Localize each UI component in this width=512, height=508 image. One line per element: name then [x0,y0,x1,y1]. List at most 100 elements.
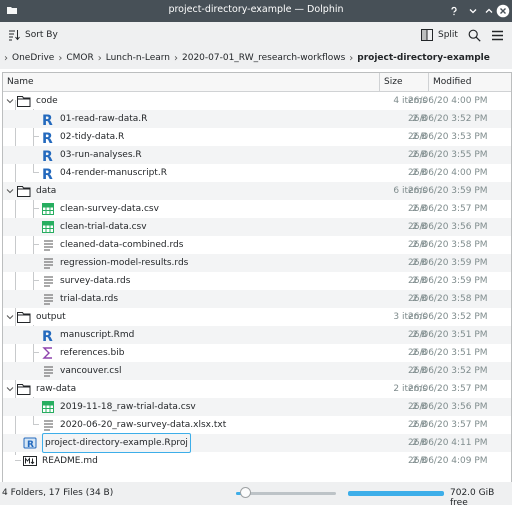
file-row[interactable]: clean-survey-data.csv 2 B 26/06/20 3:57 … [3,200,511,218]
column-header-name[interactable]: Name [3,73,380,91]
disk-usage-bar[interactable] [348,491,444,496]
file-modified: 26/06/20 3:59 PM [408,186,488,196]
breadcrumb-item-cmor[interactable]: › CMOR [58,53,93,64]
file-row[interactable]: trial-data.rds 2 B 26/06/20 3:58 PM [3,290,511,308]
chevron-down-icon[interactable] [5,96,15,106]
file-name: clean-survey-data.csv [60,204,159,214]
file-name: 2020-06-20_raw-survey-data.xlsx.txt [60,420,227,430]
text-file-icon [41,292,55,306]
file-modified: 26/06/20 3:51 PM [408,330,488,340]
file-row[interactable]: 2020-06-20_raw-survey-data.xlsx.txt 2 B … [3,416,511,434]
folder-icon [17,184,31,198]
svg-text:R: R [42,167,53,180]
file-name: data [36,186,57,196]
file-row[interactable]: survey-data.rds 2 B 26/06/20 3:59 PM [3,272,511,290]
file-modified: 26/06/20 4:09 PM [408,456,488,466]
file-name: 01-read-raw-data.R [60,114,148,124]
file-name: output [36,312,66,322]
svg-text:R: R [42,113,53,126]
column-header-modified[interactable]: Modified [429,73,511,91]
zoom-slider[interactable] [236,487,336,498]
chevron-down-icon[interactable] [5,384,15,394]
split-button[interactable]: Split [421,27,458,43]
free-space-label: 702.0 GiB free [450,488,495,508]
file-modified: 26/06/20 3:53 PM [408,132,488,142]
file-row[interactable]: references.bib 2 B 26/06/20 3:51 PM [3,344,511,362]
chevron-right-icon: › [174,52,178,64]
folder-icon [17,382,31,396]
file-name: 03-run-analyses.R [60,150,142,160]
hamburger-menu-button[interactable] [491,27,504,43]
file-name: references.bib [60,348,125,358]
file-modified: 26/06/20 3:57 PM [408,384,488,394]
minimize-icon[interactable] [465,3,481,19]
folder-row-code[interactable]: code 4 items 26/06/20 4:00 PM [3,92,511,110]
svg-text:R: R [42,149,53,162]
folder-row-output[interactable]: output 3 items 26/06/20 3:52 PM [3,308,511,326]
chevron-down-icon[interactable] [5,312,15,322]
hamburger-menu-icon [492,30,503,40]
svg-text:R: R [42,131,53,144]
file-list-view[interactable]: Name Size Modified code 4 items 26/06/20… [2,72,512,484]
file-modified: 26/06/20 3:52 PM [408,366,488,376]
file-name: README.md [42,456,98,466]
file-name: 04-render-manuscript.R [60,168,167,178]
r-script-icon: R [41,112,55,126]
file-name: vancouver.csl [60,366,122,376]
chevron-down-icon[interactable] [5,186,15,196]
file-modified: 26/06/20 3:56 PM [408,222,488,232]
toolbar: Sort By Split [0,22,512,47]
r-script-icon: R [41,130,55,144]
file-row[interactable]: 2019-11-18_raw-trial-data.csv 2 B 26/06/… [3,398,511,416]
file-modified: 26/06/20 3:52 PM [408,114,488,124]
bibtex-icon [41,346,55,360]
breadcrumb-item-lunch-n-learn[interactable]: › Lunch-n-Learn [98,53,170,64]
file-row[interactable]: cleaned-data-combined.rds 2 B 26/06/20 3… [3,236,511,254]
zoom-slider-handle[interactable] [240,487,251,498]
status-bar: 4 Folders, 17 Files (34 B) 702.0 GiB fre… [0,482,512,508]
file-row[interactable]: R 01-read-raw-data.R 2 B 26/06/20 3:52 P… [3,110,511,128]
file-name: 2019-11-18_raw-trial-data.csv [60,402,196,412]
folder-row-data[interactable]: data 6 items 26/06/20 3:59 PM [3,182,511,200]
text-file-icon [41,418,55,432]
file-row[interactable]: R 02-tidy-data.R 2 B 26/06/20 3:53 PM [3,128,511,146]
sort-by-button[interactable]: Sort By [8,27,58,43]
chevron-right-icon: › [97,52,102,64]
svg-text:R: R [42,329,53,342]
sort-icon [9,30,20,41]
close-icon[interactable] [495,3,511,19]
r-script-icon: R [41,148,55,162]
file-name: project-directory-example.Rproj [42,433,191,453]
file-row[interactable]: README.md 2 B 26/06/20 4:09 PM [3,452,511,470]
folder-icon [17,94,31,108]
text-file-icon [41,238,55,252]
file-modified: 26/06/20 4:00 PM [408,168,488,178]
help-icon[interactable] [446,3,462,19]
file-row[interactable]: R project-directory-example.Rproj 2 B 26… [3,433,511,453]
spreadsheet-icon [41,202,55,216]
column-header-size[interactable]: Size [380,73,429,91]
file-row[interactable]: R manuscript.Rmd 2 B 26/06/20 3:51 PM [3,326,511,344]
file-name: trial-data.rds [60,294,119,304]
folder-row-raw-data[interactable]: raw-data 2 items 26/06/20 3:57 PM [3,380,511,398]
file-name: manuscript.Rmd [60,330,135,340]
file-row[interactable]: vancouver.csl 2 B 26/06/20 3:52 PM [3,362,511,380]
breadcrumb-item-current[interactable]: › project-directory-example [349,53,490,64]
spreadsheet-icon [41,220,55,234]
file-row[interactable]: regression-model-results.rds 2 B 26/06/2… [3,254,511,272]
markdown-icon [23,454,37,468]
file-name: clean-trial-data.csv [60,222,147,232]
breadcrumb-item-workflows[interactable]: › 2020-07-01_RW_research-workflows [174,53,345,64]
breadcrumb: › OneDrive › CMOR › Lunch-n-Learn › 2020-07-… [0,47,512,69]
file-row[interactable]: R 03-run-analyses.R 2 B 26/06/20 3:55 PM [3,146,511,164]
window-title: project-directory-example — Dolphin [168,4,344,15]
search-button[interactable] [468,27,481,43]
file-row[interactable]: R 04-render-manuscript.R 2 B 26/06/20 4:… [3,164,511,182]
text-file-icon [41,256,55,270]
svg-text:R: R [27,440,34,450]
breadcrumb-item-onedrive[interactable]: › OneDrive [4,53,54,64]
file-modified: 26/06/20 3:55 PM [408,150,488,160]
title-bar: project-directory-example — Dolphin [0,0,512,22]
file-row[interactable]: clean-trial-data.csv 2 B 26/06/20 3:56 P… [3,218,511,236]
file-modified: 26/06/20 3:59 PM [408,258,488,268]
